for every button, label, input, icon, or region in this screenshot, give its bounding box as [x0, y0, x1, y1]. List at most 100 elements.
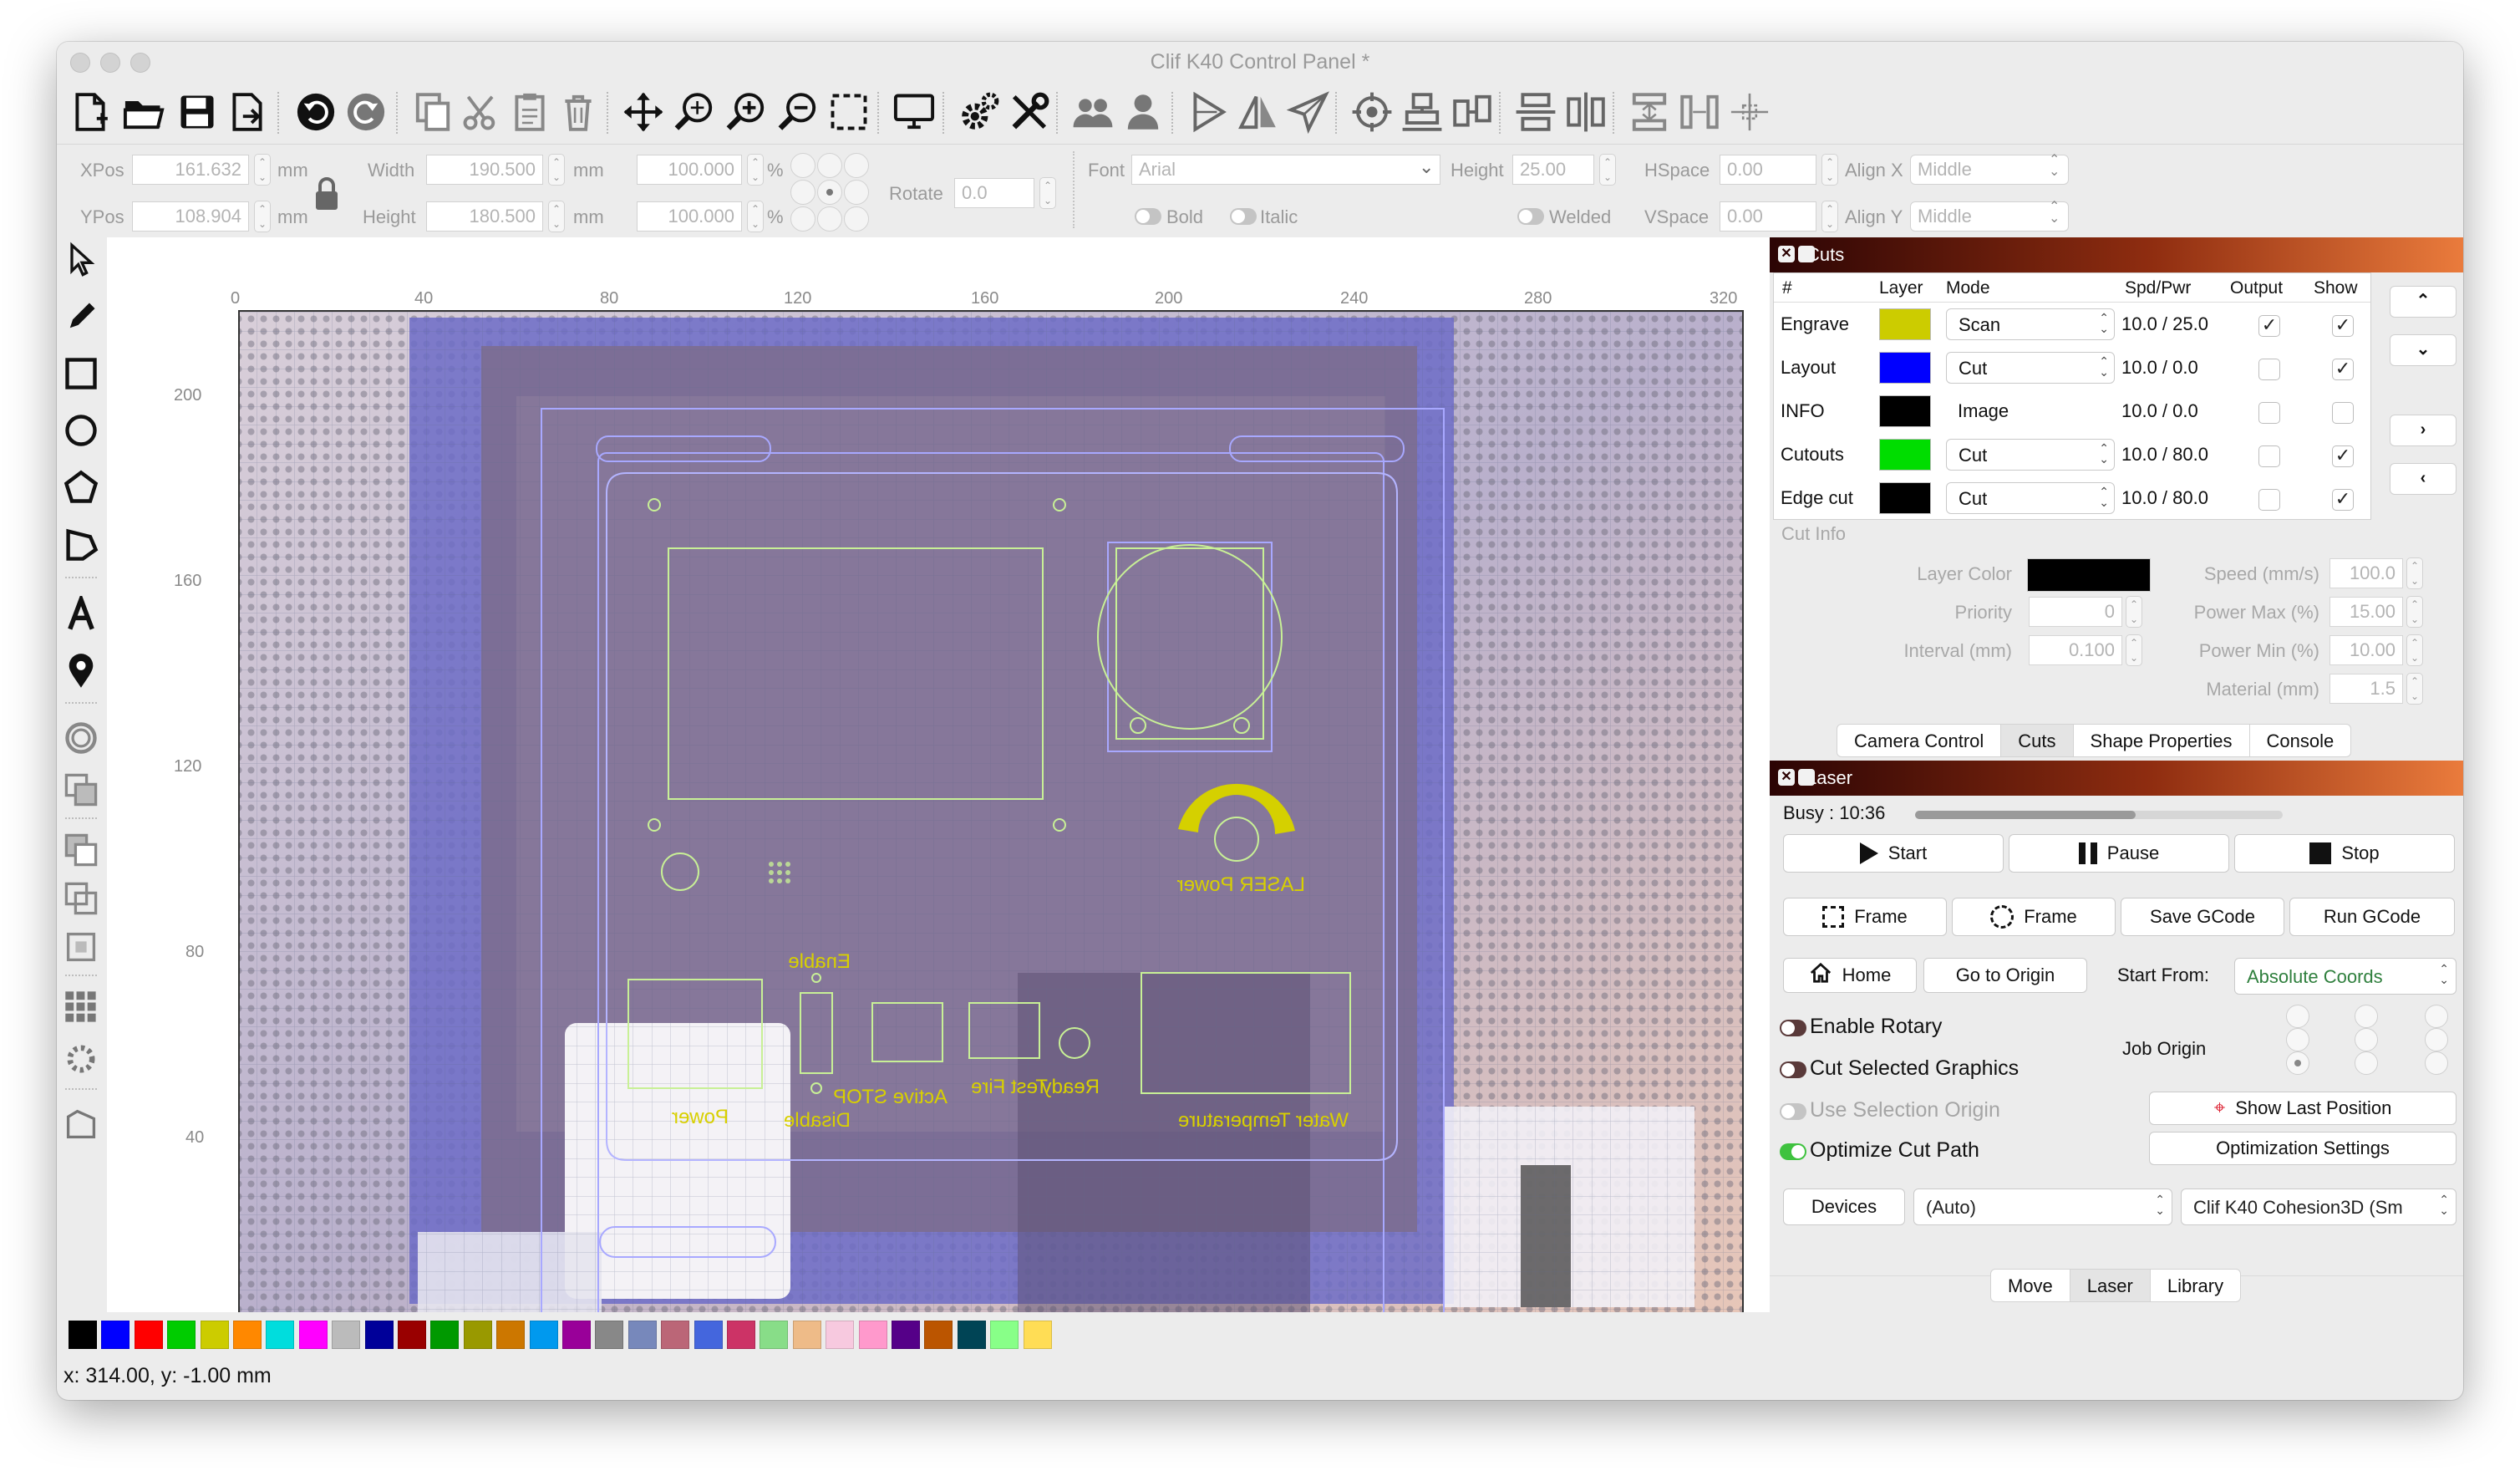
- scale-y-stepper[interactable]: ⌃ ⌄: [747, 201, 764, 232]
- job-origin-tr[interactable]: [2425, 1005, 2448, 1028]
- palette-swatch[interactable]: [364, 1321, 394, 1349]
- show-last-position-button[interactable]: ⌖ Show Last Position: [2149, 1092, 2456, 1125]
- enable-rotary-toggle[interactable]: [1780, 1020, 1806, 1036]
- alignx-select[interactable]: Middle: [1910, 155, 2069, 185]
- palette-swatch[interactable]: [430, 1321, 460, 1349]
- anchor-mr[interactable]: [844, 180, 869, 205]
- palette-swatch[interactable]: [957, 1321, 986, 1349]
- palette-swatch[interactable]: [562, 1321, 591, 1349]
- save-icon[interactable]: [172, 87, 222, 137]
- start-from-select[interactable]: Absolute Coords ⌃ ⌄: [2234, 958, 2456, 995]
- frame-outline-button[interactable]: Frame: [1952, 898, 2116, 936]
- circular-array-icon[interactable]: [62, 1038, 100, 1080]
- pause-button[interactable]: Pause: [2009, 834, 2229, 873]
- cut-selected-toggle[interactable]: [1780, 1061, 1806, 1078]
- palette-swatch[interactable]: [266, 1321, 295, 1349]
- output-checkbox[interactable]: [2258, 489, 2280, 511]
- palette-swatch[interactable]: [826, 1321, 855, 1349]
- palette-swatch[interactable]: [200, 1321, 229, 1349]
- mode-select[interactable]: Cut ⌃ ⌄: [1946, 352, 2115, 384]
- ellipse-icon[interactable]: [62, 410, 100, 451]
- job-origin-c[interactable]: [2355, 1028, 2378, 1051]
- xpos-input[interactable]: 161.632: [132, 155, 249, 185]
- material-input[interactable]: 1.5: [2329, 674, 2403, 704]
- prev-button[interactable]: ‹: [2390, 463, 2456, 495]
- path-arrow-icon[interactable]: [1183, 87, 1233, 137]
- optimize-cut-path-toggle[interactable]: [1780, 1143, 1806, 1160]
- anchor-tl[interactable]: [790, 153, 815, 178]
- target-icon[interactable]: [1347, 87, 1397, 137]
- pencil-icon[interactable]: [62, 296, 100, 338]
- palette-swatch[interactable]: [694, 1321, 723, 1349]
- show-checkbox[interactable]: [2332, 402, 2354, 424]
- font-select[interactable]: Arial: [1131, 155, 1440, 185]
- palette-swatch[interactable]: [134, 1321, 163, 1349]
- speed-stepper[interactable]: ⌃ ⌄: [2406, 557, 2423, 589]
- show-checkbox[interactable]: ✓: [2332, 359, 2354, 380]
- anchor-ml[interactable]: [790, 180, 815, 205]
- job-origin-tc[interactable]: [2355, 1005, 2378, 1028]
- tab-move[interactable]: Move: [1991, 1270, 2070, 1301]
- layer-color-swatch[interactable]: [1879, 439, 1931, 471]
- palette-swatch[interactable]: [167, 1321, 196, 1349]
- boolean-union-icon[interactable]: [62, 769, 100, 811]
- offset-icon[interactable]: [62, 717, 100, 759]
- run-gcode-button[interactable]: Run GCode: [2289, 898, 2455, 936]
- redo-icon[interactable]: [341, 87, 391, 137]
- height-stepper[interactable]: ⌃ ⌄: [548, 201, 565, 232]
- speed-input[interactable]: 100.0: [2329, 558, 2403, 588]
- table-row[interactable]: Engrave Scan ⌃ ⌄ 10.0 / 25.0 ✓ ✓: [1774, 302, 2370, 345]
- tools-wrench-icon[interactable]: [1004, 87, 1054, 137]
- palette-swatch[interactable]: [463, 1321, 492, 1349]
- monitor-icon[interactable]: [889, 87, 939, 137]
- palette-swatch[interactable]: [595, 1321, 624, 1349]
- device-select[interactable]: Clif K40 Cohesion3D (Sm ⌃ ⌄: [2181, 1189, 2456, 1225]
- new-file-icon[interactable]: [65, 87, 115, 137]
- anchor-bl[interactable]: [790, 206, 815, 232]
- cut-scissors-icon[interactable]: [456, 87, 506, 137]
- tab-cuts[interactable]: Cuts: [2001, 725, 2074, 756]
- palette-swatch[interactable]: [332, 1321, 361, 1349]
- move-down-button[interactable]: ⌄: [2390, 334, 2456, 366]
- start-button[interactable]: Start: [1783, 834, 2004, 873]
- palette-swatch[interactable]: [101, 1321, 130, 1349]
- go-to-origin-button[interactable]: Go to Origin: [1923, 958, 2087, 993]
- close-icon[interactable]: ✕: [1778, 769, 1795, 786]
- layer-color-swatch[interactable]: [1879, 352, 1931, 384]
- mode-select[interactable]: Cut ⌃ ⌄: [1946, 482, 2115, 514]
- mode-select[interactable]: Scan ⌃ ⌄: [1946, 308, 2115, 340]
- stop-button[interactable]: Stop: [2234, 834, 2455, 873]
- power-min-stepper[interactable]: ⌃ ⌄: [2406, 634, 2423, 666]
- output-checkbox[interactable]: [2258, 359, 2280, 380]
- vspace-stepper[interactable]: ⌃ ⌄: [1821, 201, 1838, 232]
- vspace-input[interactable]: 0.00: [1720, 201, 1816, 232]
- distribute-vertical-icon[interactable]: [1511, 87, 1561, 137]
- palette-swatch[interactable]: [990, 1321, 1019, 1349]
- ypos-stepper[interactable]: ⌃ ⌄: [254, 201, 271, 232]
- space-horizontal-icon[interactable]: [1674, 87, 1725, 137]
- pin-marker-icon[interactable]: [62, 650, 100, 692]
- frame-button[interactable]: Frame: [1783, 898, 1947, 936]
- hspace-stepper[interactable]: ⌃ ⌄: [1821, 154, 1838, 186]
- power-max-stepper[interactable]: ⌃ ⌄: [2406, 596, 2423, 628]
- scale-x-stepper[interactable]: ⌃ ⌄: [747, 154, 764, 186]
- layer-color-swatch[interactable]: [1879, 482, 1931, 514]
- save-gcode-button[interactable]: Save GCode: [2121, 898, 2284, 936]
- palette-swatch[interactable]: [529, 1321, 558, 1349]
- palette-swatch[interactable]: [792, 1321, 821, 1349]
- palette-swatch[interactable]: [924, 1321, 953, 1349]
- rotary-setup-icon[interactable]: [62, 1103, 100, 1145]
- palette-swatch[interactable]: [298, 1321, 328, 1349]
- close-icon[interactable]: ✕: [1778, 246, 1795, 262]
- origin-crosshair-icon[interactable]: [1725, 87, 1775, 137]
- palette-swatch[interactable]: [892, 1321, 920, 1349]
- power-max-input[interactable]: 15.00: [2329, 597, 2403, 627]
- home-button[interactable]: Home: [1783, 958, 1917, 993]
- width-input[interactable]: 190.500: [426, 155, 543, 185]
- polygon-icon[interactable]: [62, 466, 100, 508]
- restore-icon[interactable]: [1798, 246, 1815, 262]
- text-tool-icon[interactable]: [62, 593, 100, 635]
- select-arrow-icon[interactable]: [62, 239, 100, 281]
- move-up-button[interactable]: ⌃: [2390, 286, 2456, 318]
- job-origin-bl[interactable]: [2286, 1051, 2309, 1075]
